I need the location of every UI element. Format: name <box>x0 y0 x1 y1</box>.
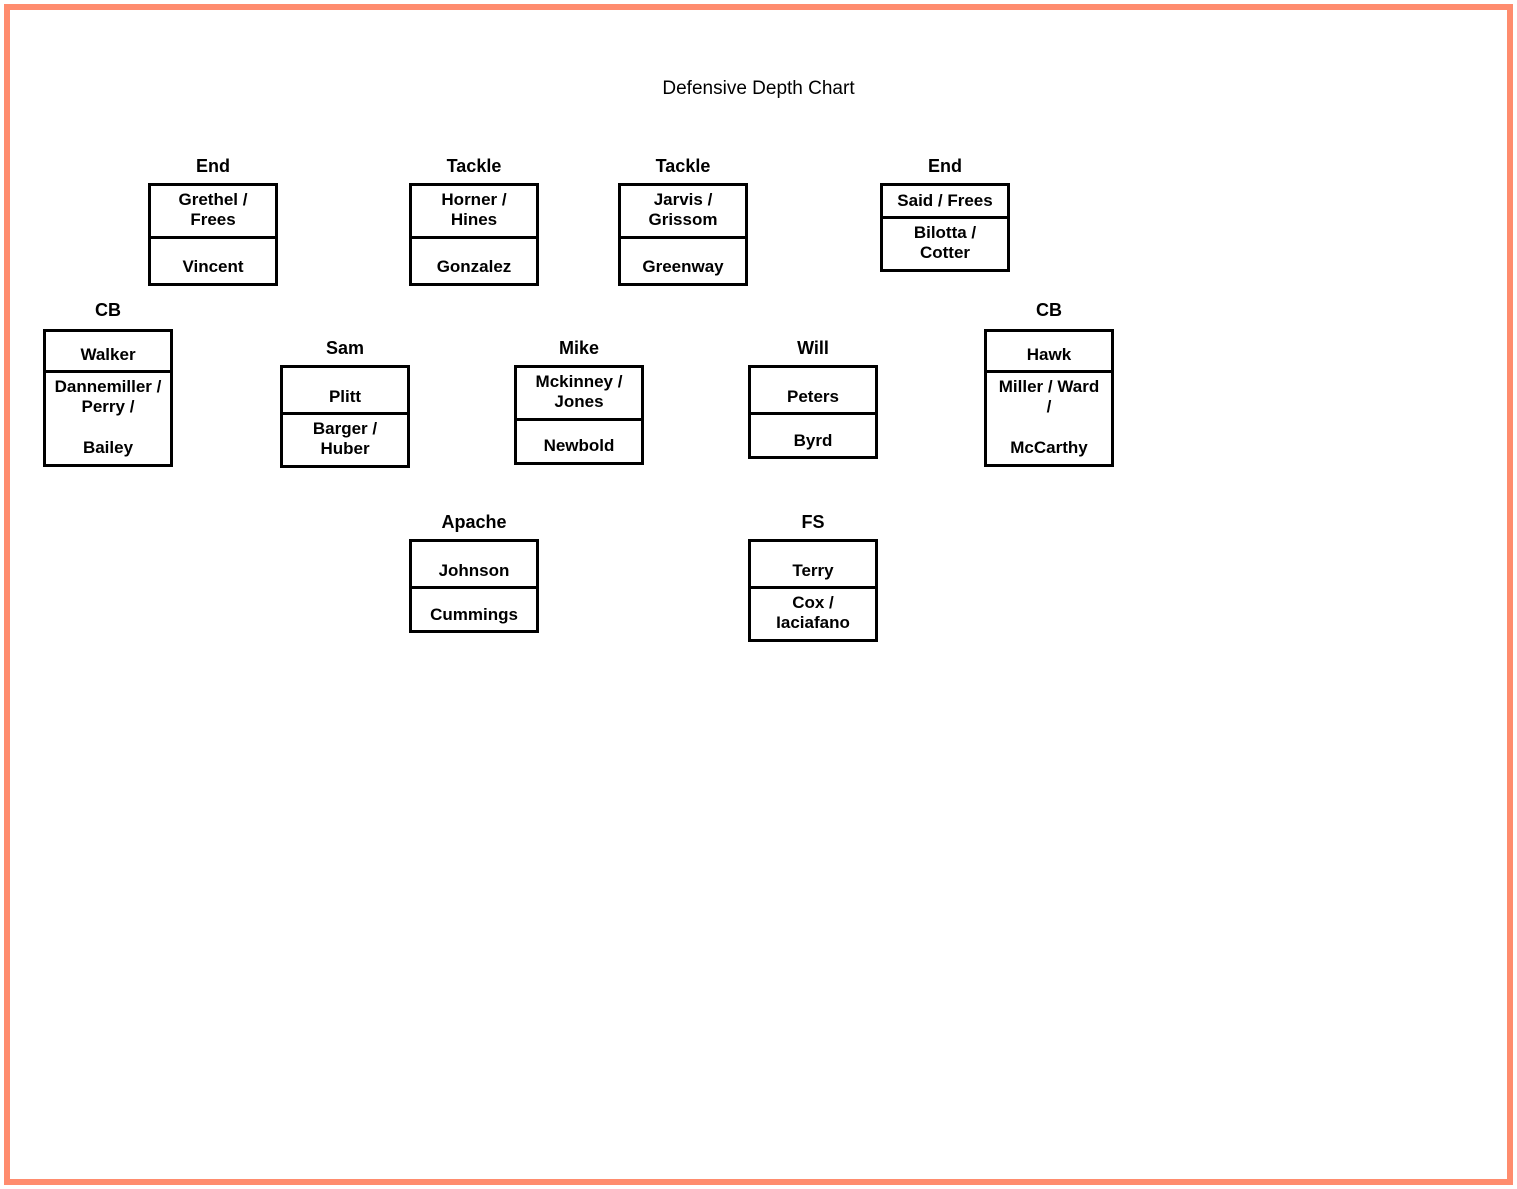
starter-cell: Grethel / Frees <box>151 186 275 236</box>
starter-cell: Hawk <box>987 332 1111 370</box>
position-cells: Walker Dannemiller / Perry / Bailey <box>43 329 173 467</box>
position-cells: Hawk Miller / Ward / McCarthy <box>984 329 1114 467</box>
backup-cell: Bilotta / Cotter <box>883 216 1007 269</box>
position-cb-right: CB Hawk Miller / Ward / McCarthy <box>984 300 1114 467</box>
backup-cell: Cummings <box>412 586 536 630</box>
starter-cell: Plitt <box>283 368 407 412</box>
position-tackle-left: Tackle Horner / Hines Gonzalez <box>409 156 539 286</box>
backup-cell: Cox / Iaciafano <box>751 586 875 639</box>
position-label: FS <box>748 512 878 533</box>
position-label: Apache <box>409 512 539 533</box>
backup-cell: Dannemiller / Perry / Bailey <box>46 370 170 464</box>
starter-cell: Horner / Hines <box>412 186 536 236</box>
position-cells: Plitt Barger / Huber <box>280 365 410 468</box>
starter-cell: Said / Frees <box>883 186 1007 216</box>
backup-cell: Greenway <box>621 236 745 283</box>
position-mike: Mike Mckinney / Jones Newbold <box>514 338 644 465</box>
position-cells: Terry Cox / Iaciafano <box>748 539 878 642</box>
position-label: Tackle <box>618 156 748 177</box>
position-cells: Horner / Hines Gonzalez <box>409 183 539 286</box>
position-label: Mike <box>514 338 644 359</box>
chart-title: Defensive Depth Chart <box>10 78 1507 100</box>
position-cells: Grethel / Frees Vincent <box>148 183 278 286</box>
backup-cell: Newbold <box>517 418 641 462</box>
starter-cell: Johnson <box>412 542 536 586</box>
position-end-left: End Grethel / Frees Vincent <box>148 156 278 286</box>
position-end-right: End Said / Frees Bilotta / Cotter <box>880 156 1010 272</box>
starter-cell: Walker <box>46 332 170 370</box>
position-will: Will Peters Byrd <box>748 338 878 459</box>
position-label: End <box>148 156 278 177</box>
position-cells: Johnson Cummings <box>409 539 539 633</box>
page-frame: Defensive Depth Chart End Grethel / Free… <box>4 4 1513 1185</box>
position-cb-left: CB Walker Dannemiller / Perry / Bailey <box>43 300 173 467</box>
backup-cell: Byrd <box>751 412 875 456</box>
starter-cell: Jarvis / Grissom <box>621 186 745 236</box>
position-label: Sam <box>280 338 410 359</box>
position-label: End <box>880 156 1010 177</box>
position-label: Will <box>748 338 878 359</box>
position-tackle-right: Tackle Jarvis / Grissom Greenway <box>618 156 748 286</box>
position-label: Tackle <box>409 156 539 177</box>
starter-cell: Terry <box>751 542 875 586</box>
position-cells: Mckinney / Jones Newbold <box>514 365 644 465</box>
position-cells: Peters Byrd <box>748 365 878 459</box>
backup-cell: Gonzalez <box>412 236 536 283</box>
position-label: CB <box>43 300 173 321</box>
starter-cell: Peters <box>751 368 875 412</box>
position-label: CB <box>984 300 1114 321</box>
position-apache: Apache Johnson Cummings <box>409 512 539 633</box>
backup-cell: Miller / Ward / McCarthy <box>987 370 1111 464</box>
starter-cell: Mckinney / Jones <box>517 368 641 418</box>
position-fs: FS Terry Cox / Iaciafano <box>748 512 878 642</box>
backup-cell: Barger / Huber <box>283 412 407 465</box>
position-cells: Jarvis / Grissom Greenway <box>618 183 748 286</box>
position-cells: Said / Frees Bilotta / Cotter <box>880 183 1010 272</box>
backup-cell: Vincent <box>151 236 275 283</box>
position-sam: Sam Plitt Barger / Huber <box>280 338 410 468</box>
